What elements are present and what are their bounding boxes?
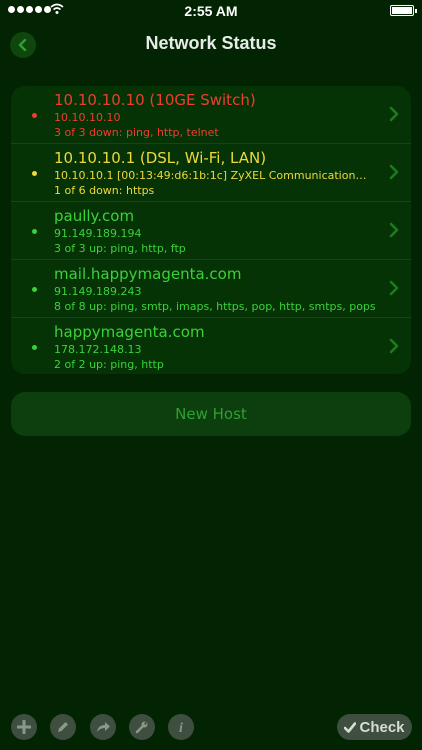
info-icon: i	[179, 721, 183, 734]
check-button[interactable]: Check	[337, 714, 412, 740]
status-dot-icon	[32, 171, 37, 176]
chevron-right-icon	[389, 106, 399, 122]
settings-button[interactable]	[129, 714, 155, 740]
host-status: 3 of 3 up: ping, http, ftp	[54, 242, 186, 255]
status-dot-icon	[32, 287, 37, 292]
host-address: 10.10.10.10	[54, 111, 121, 124]
new-host-button[interactable]: New Host	[11, 392, 411, 436]
host-address: 10.10.10.1 [00:13:49:d6:1b:1c] ZyXEL Com…	[54, 169, 372, 182]
host-address: 91.149.189.243	[54, 285, 142, 298]
host-status: 1 of 6 down: https	[54, 184, 155, 197]
share-button[interactable]	[90, 714, 116, 740]
host-name: mail.happymagenta.com	[54, 265, 242, 283]
checkmark-icon	[344, 721, 357, 733]
edit-pencil-icon	[58, 722, 68, 732]
host-status: 2 of 2 up: ping, http	[54, 358, 164, 371]
host-address: 91.149.189.194	[54, 227, 142, 240]
edit-button[interactable]	[50, 714, 76, 740]
chevron-right-icon	[389, 164, 399, 180]
settings-wrench-icon	[135, 721, 148, 734]
add-icon	[17, 720, 31, 734]
chevron-right-icon	[389, 280, 399, 296]
page-title: Network Status	[145, 33, 277, 53]
chevron-right-icon	[389, 338, 399, 354]
host-row[interactable]: 10.10.10.10 (10GE Switch) 10.10.10.10 3 …	[11, 86, 411, 144]
chevron-right-icon	[389, 222, 399, 238]
host-row[interactable]: paully.com 91.149.189.194 3 of 3 up: pin…	[11, 202, 411, 260]
host-name: happymagenta.com	[54, 323, 205, 341]
status-bar: 2:55 AM	[0, 0, 422, 22]
host-row[interactable]: 10.10.10.1 (DSL, Wi-Fi, LAN) 10.10.10.1 …	[11, 144, 411, 202]
status-dot-icon	[32, 113, 37, 118]
host-row[interactable]: mail.happymagenta.com 91.149.189.243 8 o…	[11, 260, 411, 318]
status-dot-icon	[32, 345, 37, 350]
host-status: 8 of 8 up: ping, smtp, imaps, https, pop…	[54, 300, 376, 313]
status-dot-icon	[32, 229, 37, 234]
info-button[interactable]: i	[168, 714, 194, 740]
status-time: 2:55 AM	[184, 3, 238, 19]
host-list: 10.10.10.10 (10GE Switch) 10.10.10.10 3 …	[11, 86, 411, 374]
host-name: paully.com	[54, 207, 135, 225]
host-name: 10.10.10.1 (DSL, Wi-Fi, LAN)	[54, 149, 267, 167]
host-name: 10.10.10.10 (10GE Switch)	[54, 91, 256, 109]
navigation-bar: Network Status	[0, 22, 422, 66]
add-button[interactable]	[11, 714, 37, 740]
host-address: 178.172.148.13	[54, 343, 142, 356]
share-icon	[97, 722, 110, 732]
svg-text:i: i	[179, 721, 183, 734]
check-label: Check	[359, 718, 405, 736]
host-status: 3 of 3 down: ping, http, telnet	[54, 126, 219, 139]
battery-icon	[390, 5, 417, 16]
host-row[interactable]: happymagenta.com 178.172.148.13 2 of 2 u…	[11, 318, 411, 374]
